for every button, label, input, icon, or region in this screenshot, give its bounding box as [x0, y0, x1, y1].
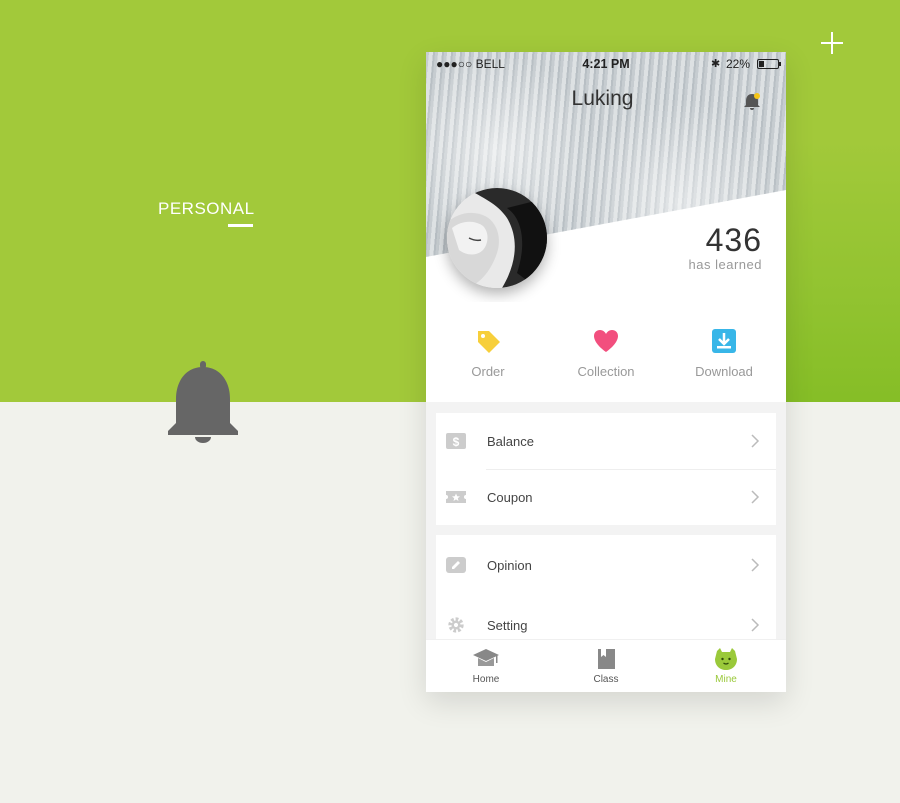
profile-name: Luking	[571, 87, 634, 110]
notification-bell-icon[interactable]	[742, 91, 762, 111]
book-icon	[598, 649, 615, 669]
quick-actions: Order Collection Download	[426, 302, 786, 402]
balance-label: Balance	[487, 434, 534, 449]
phone-screen: ●●●○○ BELL 4:21 PM ✱ 22% Luking 436 has …	[426, 52, 786, 692]
tab-home-label: Home	[472, 674, 500, 685]
setting-label: Setting	[487, 618, 528, 633]
tab-bar: Home Class Mine	[426, 639, 786, 692]
menu-row-balance[interactable]: $ Balance	[436, 413, 776, 469]
download-icon	[712, 329, 736, 353]
graduation-cap-icon	[473, 649, 499, 666]
heart-icon	[594, 330, 618, 352]
collection-label: Collection	[577, 364, 635, 379]
tab-class-label: Class	[593, 674, 619, 685]
chevron-right-icon	[751, 558, 760, 572]
bell-icon	[168, 361, 238, 443]
dollar-icon: $	[446, 433, 466, 449]
tab-home[interactable]: Home	[426, 640, 546, 692]
chevron-right-icon	[751, 490, 760, 504]
section-title: PERSONAL	[158, 199, 255, 218]
order-label: Order	[471, 364, 505, 379]
gear-icon	[448, 617, 464, 633]
ticket-icon	[446, 491, 466, 503]
smiley-icon	[715, 648, 737, 670]
learned-count: 436	[705, 222, 762, 258]
coupon-label: Coupon	[487, 490, 533, 505]
bluetooth-icon: ✱	[711, 58, 721, 70]
svg-text:$: $	[453, 435, 460, 449]
pencil-icon	[446, 557, 466, 573]
menu-row-opinion[interactable]: Opinion	[436, 537, 776, 593]
menu-row-coupon[interactable]: Coupon	[436, 469, 776, 525]
tab-mine-label: Mine	[715, 674, 737, 685]
opinion-label: Opinion	[487, 558, 532, 573]
collection-button[interactable]: Collection	[546, 326, 666, 379]
download-button[interactable]: Download	[664, 326, 784, 379]
section-title-underline	[228, 224, 253, 227]
battery-percent: 22%	[726, 57, 751, 71]
order-button[interactable]: Order	[428, 326, 548, 379]
chevron-right-icon	[751, 618, 760, 632]
avatar-photo	[447, 188, 547, 288]
menu-group-settings: Opinion Setting	[436, 535, 776, 645]
battery-icon	[757, 59, 781, 69]
tab-class[interactable]: Class	[546, 640, 666, 692]
avatar[interactable]	[447, 188, 547, 288]
plus-icon	[821, 32, 843, 54]
chevron-right-icon	[751, 434, 760, 448]
tag-icon	[478, 331, 500, 353]
download-label: Download	[695, 364, 753, 379]
status-bar: ●●●○○ BELL 4:21 PM ✱ 22%	[426, 52, 786, 74]
tab-mine[interactable]: Mine	[666, 640, 786, 692]
menu-group-wallet: $ Balance Coupon	[436, 413, 776, 525]
learned-label: has learned	[688, 257, 762, 272]
